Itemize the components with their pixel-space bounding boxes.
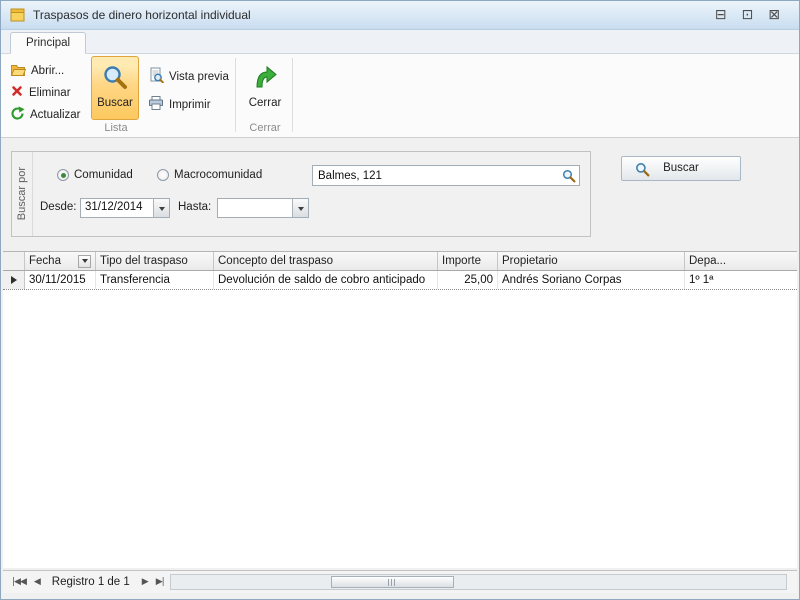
buscar-button-label: Buscar bbox=[622, 162, 740, 174]
hasta-label: Hasta: bbox=[178, 201, 211, 213]
cerrar-button[interactable]: Cerrar bbox=[241, 56, 289, 120]
dropdown-arrow-icon[interactable] bbox=[292, 199, 308, 217]
column-header-departamento[interactable]: Depa... bbox=[685, 252, 797, 270]
column-header-fecha-label: Fecha bbox=[29, 255, 61, 267]
imprimir-label: Imprimir bbox=[169, 99, 211, 111]
radio-unchecked-icon bbox=[157, 169, 169, 181]
cell-concepto[interactable]: Devolución de saldo de cobro anticipado bbox=[214, 271, 438, 289]
refresh-icon bbox=[10, 106, 25, 124]
eliminar-label: Eliminar bbox=[29, 87, 71, 99]
titlebar[interactable]: Traspasos de dinero horizontal individua… bbox=[1, 1, 799, 30]
app-icon bbox=[10, 8, 25, 22]
buscar-ribbon-label: Buscar bbox=[97, 97, 133, 109]
current-row-arrow-icon bbox=[11, 276, 17, 284]
group-label-cerrar: Cerrar bbox=[238, 122, 292, 134]
community-search-input[interactable] bbox=[313, 167, 559, 184]
cell-tipo[interactable]: Transferencia bbox=[96, 271, 214, 289]
nav-next-icon[interactable]: ▶ bbox=[138, 577, 152, 587]
desde-value: 31/12/2014 bbox=[81, 199, 153, 217]
column-header-departamento-label: Depa... bbox=[689, 255, 726, 267]
ribbon: Abrir... Eliminar Actualizar bbox=[1, 54, 799, 138]
group-label-lista: Lista bbox=[89, 122, 143, 134]
row-indicator-header bbox=[3, 252, 25, 270]
buscar-ribbon-button[interactable]: Buscar bbox=[91, 56, 139, 120]
ribbon-group-separator bbox=[235, 58, 236, 132]
nav-last-icon[interactable]: ▶| bbox=[152, 577, 168, 587]
dropdown-arrow-icon[interactable] bbox=[153, 199, 169, 217]
app-window: Traspasos de dinero horizontal individua… bbox=[0, 0, 800, 600]
search-icon bbox=[102, 64, 128, 93]
actualizar-button[interactable]: Actualizar bbox=[7, 104, 86, 125]
radio-comunidad-label: Comunidad bbox=[74, 169, 133, 181]
eliminar-button[interactable]: Eliminar bbox=[7, 82, 76, 103]
desde-date-picker[interactable]: 31/12/2014 bbox=[80, 198, 170, 218]
radio-macrocomunidad[interactable]: Macrocomunidad bbox=[157, 169, 262, 181]
column-header-concepto[interactable]: Concepto del traspaso bbox=[214, 252, 438, 270]
ribbon-group-separator bbox=[292, 58, 293, 132]
ribbon-tabstrip: Principal bbox=[1, 30, 799, 54]
nav-first-icon[interactable]: |◀◀ bbox=[8, 577, 30, 587]
column-header-propietario-label: Propietario bbox=[502, 255, 558, 267]
radio-macrocomunidad-label: Macrocomunidad bbox=[174, 169, 262, 181]
close-arrow-icon bbox=[252, 64, 278, 93]
delete-x-icon bbox=[10, 84, 24, 101]
minimize-icon[interactable]: ⊟ bbox=[715, 8, 727, 22]
table-row[interactable]: 30/11/2015 Transferencia Devolución de s… bbox=[3, 271, 797, 290]
horizontal-scrollbar[interactable] bbox=[170, 574, 787, 590]
tab-principal[interactable]: Principal bbox=[10, 32, 86, 54]
panel-caption: Buscar por bbox=[12, 152, 33, 236]
cell-importe[interactable]: 25,00 bbox=[438, 271, 498, 289]
print-preview-icon bbox=[148, 67, 164, 86]
radio-checked-icon bbox=[57, 169, 69, 181]
maximize-icon[interactable]: ⊡ bbox=[742, 8, 754, 22]
abrir-label: Abrir... bbox=[31, 65, 64, 77]
column-header-concepto-label: Concepto del traspaso bbox=[218, 255, 333, 267]
window-title: Traspasos de dinero horizontal individua… bbox=[33, 8, 251, 22]
tab-principal-label: Principal bbox=[26, 37, 70, 49]
hasta-value bbox=[218, 199, 292, 217]
column-header-propietario[interactable]: Propietario bbox=[498, 252, 685, 270]
cell-departamento[interactable]: 1º 1ª bbox=[685, 271, 797, 289]
close-icon[interactable]: ⊠ bbox=[768, 8, 780, 22]
search-region: Buscar por Comunidad Macrocomunidad bbox=[1, 138, 799, 251]
buscar-por-panel: Buscar por Comunidad Macrocomunidad bbox=[11, 151, 591, 237]
nav-prev-icon[interactable]: ◀ bbox=[30, 577, 44, 587]
open-folder-icon bbox=[10, 62, 26, 80]
statusbar: |◀◀ ◀ Registro 1 de 1 ▶ ▶| ▶▶| bbox=[3, 570, 797, 593]
column-header-importe[interactable]: Importe bbox=[438, 252, 498, 270]
row-indicator-cell bbox=[3, 271, 25, 289]
filter-dropdown-icon[interactable] bbox=[78, 255, 91, 268]
field-search-icon[interactable] bbox=[559, 166, 579, 185]
column-header-fecha[interactable]: Fecha bbox=[25, 252, 96, 270]
hasta-date-picker[interactable] bbox=[217, 198, 309, 218]
window-controls: ⊟ ⊡ ⊠ bbox=[715, 8, 790, 22]
column-header-tipo[interactable]: Tipo del traspaso bbox=[96, 252, 214, 270]
printer-icon bbox=[148, 95, 164, 114]
scrollbar-thumb[interactable] bbox=[331, 576, 454, 588]
grid-header: Fecha Tipo del traspaso Concepto del tra… bbox=[3, 252, 797, 271]
desde-label: Desde: bbox=[40, 201, 76, 213]
buscar-button[interactable]: Buscar bbox=[621, 156, 741, 181]
radio-comunidad[interactable]: Comunidad bbox=[57, 169, 133, 181]
imprimir-button[interactable]: Imprimir bbox=[145, 94, 216, 115]
column-header-tipo-label: Tipo del traspaso bbox=[100, 255, 188, 267]
vista-previa-button[interactable]: Vista previa bbox=[145, 66, 234, 87]
record-counter: Registro 1 de 1 bbox=[52, 576, 130, 588]
panel-caption-label: Buscar por bbox=[16, 167, 28, 220]
column-header-importe-label: Importe bbox=[442, 255, 481, 267]
community-search-field bbox=[312, 165, 580, 186]
actualizar-label: Actualizar bbox=[30, 109, 81, 121]
cell-fecha[interactable]: 30/11/2015 bbox=[25, 271, 96, 289]
abrir-button[interactable]: Abrir... bbox=[7, 60, 69, 81]
data-grid: Fecha Tipo del traspaso Concepto del tra… bbox=[3, 251, 797, 568]
cell-propietario[interactable]: Andrés Soriano Corpas bbox=[498, 271, 685, 289]
vista-previa-label: Vista previa bbox=[169, 71, 229, 83]
cerrar-label: Cerrar bbox=[249, 97, 282, 109]
